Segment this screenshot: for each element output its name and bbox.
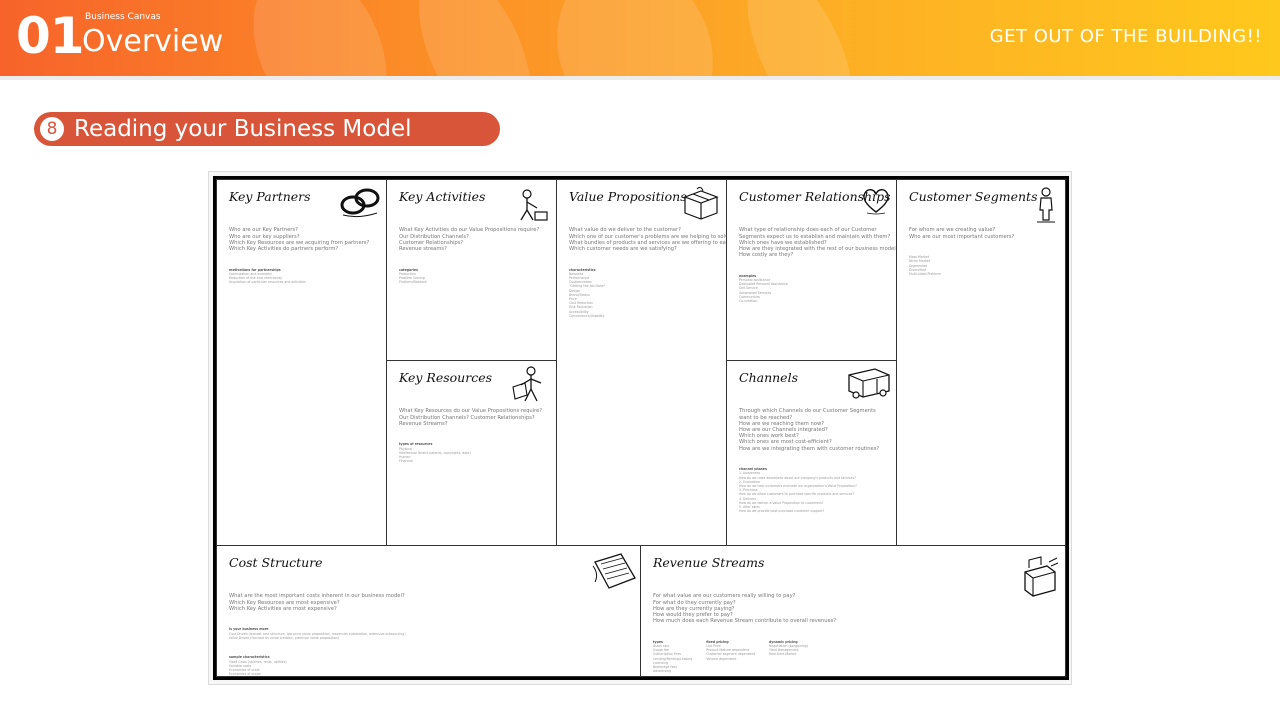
section-heading: 8 Reading your Business Model xyxy=(34,112,500,146)
customer-segments-extra-text: Mass Market Niche Market Segmented Diver… xyxy=(909,255,941,277)
channels-questions: Through which Channels do our Customer S… xyxy=(739,396,879,526)
key-activities-extra-text: Production Problem Solving Platform/Netw… xyxy=(399,271,427,285)
customer-segments-title: Customer Segments xyxy=(909,189,1038,204)
revenue-dynamic-pricing: dynamic pricing Negotiation (bargaining) … xyxy=(769,640,808,674)
cost-structure-question-text: What are the most important costs inhere… xyxy=(229,593,405,612)
customer-relationships-extra: examples Personal assistance Dedicated Pe… xyxy=(739,274,896,304)
cost-structure-questions: What are the most important costs inhere… xyxy=(229,581,406,676)
key-resources-title: Key Resources xyxy=(399,370,493,385)
header-divider xyxy=(0,76,1280,80)
cost-structure-extra-text: Cost Driven (leanest cost structure, low… xyxy=(229,631,406,640)
heart-icon xyxy=(863,189,889,215)
revenue-fixed-pricing-text: List Price Product feature dependent Cus… xyxy=(706,644,755,661)
key-activities-questions: What Key Activities do our Value Proposi… xyxy=(399,215,539,297)
key-resources-extra-heading: types of resources xyxy=(399,442,433,447)
chapter-title: Overview xyxy=(82,24,224,59)
header-banner: 01 Business Canvas Overview GET OUT OF T… xyxy=(0,0,1280,76)
value-propositions-questions: What value do we deliver to the customer… xyxy=(569,215,726,330)
revenue-fixed-pricing: fixed pricing List Price Product feature … xyxy=(706,640,755,674)
customer-segments-extra: Mass Market Niche Market Segmented Diver… xyxy=(909,255,1014,276)
value-propositions-block: Value Propositions What value do we deli… xyxy=(556,179,727,546)
revenue-types-text: Asset sale Usage fee Subscription Fees L… xyxy=(653,644,693,674)
key-activities-extra: categories Production Problem Solving Pla… xyxy=(399,268,539,285)
revenue-dynamic-pricing-text: Negotiation (bargaining) Yield Managemen… xyxy=(769,644,809,657)
cost-structure-block: Cost Structure What are the most importa… xyxy=(216,545,641,677)
chapter-subtitle: Business Canvas xyxy=(85,12,161,22)
cost-structure-extra2: sample characteristics Fixed Costs (salar… xyxy=(229,655,406,676)
value-propositions-extra: characteristics Newness Performance Custo… xyxy=(569,268,726,318)
customer-segments-question-text: For whom are we creating value? Who are … xyxy=(909,227,1015,240)
revenue-streams-title: Revenue Streams xyxy=(653,555,765,570)
revenue-streams-columns: types Asset sale Usage fee Subscription F… xyxy=(653,637,836,674)
header-swoosh xyxy=(227,0,413,76)
key-partners-title: Key Partners xyxy=(229,189,311,204)
key-activities-question-text: What Key Activities do our Value Proposi… xyxy=(399,227,540,253)
value-propositions-extra-text: Newness Performance Customization "Getti… xyxy=(569,271,606,318)
key-resources-question-text: What Key Resources do our Value Proposit… xyxy=(399,408,543,427)
header-swoosh xyxy=(396,0,554,76)
key-resources-block: Key Resources What Key Resources do our … xyxy=(386,360,557,546)
key-partners-extra: motivations for partnerships Optimization… xyxy=(229,268,369,285)
customer-segments-questions: For whom are we creating value? Who are … xyxy=(909,215,1014,289)
customer-relationships-questions: What type of relationship does each of o… xyxy=(739,215,897,316)
workman-icon xyxy=(512,366,542,402)
person-icon xyxy=(1037,187,1055,223)
channels-extra-text: 1. Awareness How do we raise awareness a… xyxy=(739,471,857,514)
cost-structure-extra-heading: is your business more xyxy=(229,627,269,632)
channels-extra: channel phases 1. Awareness How do we rai… xyxy=(739,467,879,513)
key-resources-extra-text: Physical Intellectual (brand patents, co… xyxy=(399,446,471,464)
revenue-streams-question-text: For what value are our customers really … xyxy=(653,593,837,625)
worker-icon xyxy=(520,189,548,221)
key-partners-extra-text: Optimization and economy Reduction of ri… xyxy=(229,271,306,285)
key-partners-block: Key Partners Who are our Key Partners? W… xyxy=(216,179,387,546)
cost-structure-extra2-heading: sample characteristics xyxy=(229,655,270,660)
key-resources-extra: types of resources Physical Intellectual … xyxy=(399,442,542,463)
chain-links-icon xyxy=(340,188,380,218)
revenue-streams-questions: For what value are our customers really … xyxy=(653,581,837,676)
channels-title: Channels xyxy=(739,370,798,385)
channels-block: Channels Through which Channels do our C… xyxy=(726,360,897,546)
cost-structure-title: Cost Structure xyxy=(229,555,323,570)
header-swoosh xyxy=(528,0,742,76)
chapter-number: 01 xyxy=(16,7,85,65)
header-swoosh xyxy=(725,0,875,76)
slogan: GET OUT OF THE BUILDING!! xyxy=(989,26,1262,47)
cash-register-icon xyxy=(1024,556,1059,597)
key-resources-questions: What Key Resources do our Value Proposit… xyxy=(399,396,542,476)
customer-relationships-extra-text: Personal assistance Dedicated Personal A… xyxy=(739,278,788,304)
value-propositions-question-text: What value do we deliver to the customer… xyxy=(569,227,726,253)
revenue-streams-block: Revenue Streams For what value are our c… xyxy=(640,545,1066,677)
value-propositions-title: Value Propositions xyxy=(569,189,687,204)
customer-relationships-question-text: What type of relationship does each of o… xyxy=(739,227,897,259)
cost-structure-extra: is your business more Cost Driven (leanes… xyxy=(229,627,406,640)
channels-question-text: Through which Channels do our Customer S… xyxy=(739,408,880,452)
gift-icon xyxy=(683,186,719,220)
key-activities-title: Key Activities xyxy=(399,189,486,204)
section-title: Reading your Business Model xyxy=(74,116,412,142)
cost-structure-extra2-text: Fixed Costs (salaries, rents, utilities)… xyxy=(229,659,287,677)
customer-relationships-block: Customer Relationships What type of rela… xyxy=(726,179,897,361)
key-partners-questions: Who are our Key Partners? Who are our ke… xyxy=(229,215,369,297)
key-activities-block: Key Activities What Key Activities do ou… xyxy=(386,179,557,361)
revenue-types: types Asset sale Usage fee Subscription F… xyxy=(653,640,692,674)
price-tag-icon xyxy=(592,553,636,589)
customer-segments-block: Customer Segments For whom are we creati… xyxy=(896,179,1066,546)
business-model-canvas: Key Partners Who are our Key Partners? W… xyxy=(213,176,1069,680)
truck-icon xyxy=(848,368,890,399)
section-number: 8 xyxy=(40,117,64,141)
key-partners-question-text: Who are our Key Partners? Who are our ke… xyxy=(229,227,370,253)
